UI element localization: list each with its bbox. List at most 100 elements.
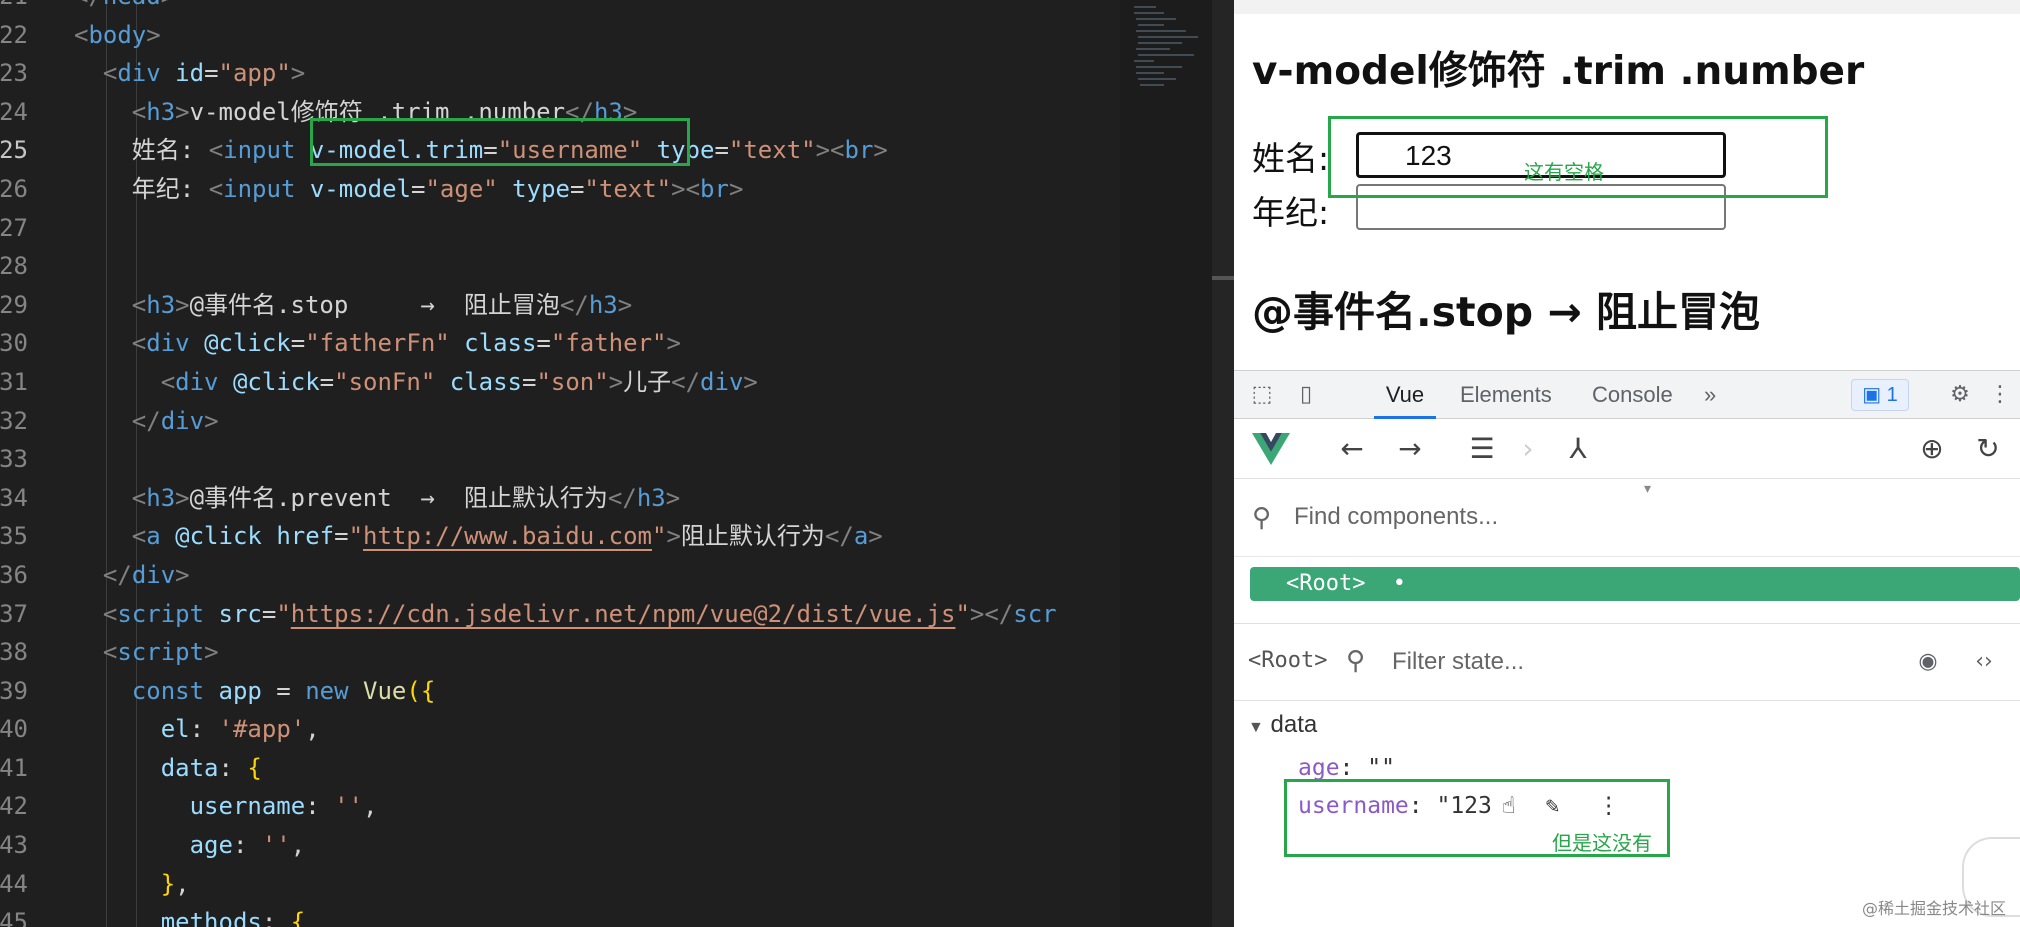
data-section-header[interactable]: ▼ data bbox=[1248, 711, 1317, 739]
code-line[interactable]: 45 methods: { bbox=[0, 903, 1120, 927]
line-number: 43 bbox=[0, 831, 28, 860]
code-token: username bbox=[189, 792, 306, 821]
code-line[interactable]: 34 <h3>@事件名.prevent → 阻止默认行为</h3> bbox=[0, 479, 1120, 518]
refresh-icon[interactable]: ↻ bbox=[1970, 431, 2006, 467]
code-line[interactable]: 33 bbox=[0, 440, 1120, 479]
tab-more[interactable]: » bbox=[1704, 371, 1716, 419]
scrollbar-thumb[interactable] bbox=[1212, 276, 1234, 280]
scroll-to-component-icon[interactable]: ◉ bbox=[1914, 648, 1942, 676]
chevron-right-icon: › bbox=[1522, 432, 1534, 465]
code-text: <div id="app"> bbox=[74, 54, 305, 93]
page-top-strip bbox=[1234, 0, 2020, 14]
code-line[interactable]: 32 </div> bbox=[0, 402, 1120, 441]
code-line[interactable]: 40 el: '#app', bbox=[0, 710, 1120, 749]
code-text: <script src="https://cdn.jsdelivr.net/np… bbox=[74, 595, 1057, 634]
editor-minimap[interactable] bbox=[1120, 0, 1212, 927]
code-line[interactable]: 28 bbox=[0, 247, 1120, 286]
code-line[interactable]: 29 <h3>@事件名.stop → 阻止冒泡</h3> bbox=[0, 286, 1120, 325]
code-token: < bbox=[131, 329, 147, 358]
browser-panel: v-model修饰符 .trim .number 姓名: 123 年纪: 这有空… bbox=[1234, 0, 2020, 927]
highlight-trim-box bbox=[310, 118, 690, 166]
code-token: h3 bbox=[636, 483, 666, 512]
timeline-icon[interactable]: ⅄ bbox=[1560, 431, 1596, 467]
code-token: </ bbox=[607, 483, 637, 512]
code-token: > bbox=[175, 483, 190, 512]
code-line[interactable]: 39 const app = new Vue({ bbox=[0, 672, 1120, 711]
forward-arrow-icon[interactable]: → bbox=[1392, 431, 1428, 467]
code-line[interactable]: 41 data: { bbox=[0, 749, 1120, 788]
code-token: </ bbox=[671, 367, 701, 396]
line-number: 38 bbox=[0, 638, 28, 667]
code-token: class bbox=[449, 367, 522, 396]
code-line[interactable]: 38 <script> bbox=[0, 633, 1120, 672]
code-line[interactable]: 21 </head> bbox=[0, 0, 1120, 16]
code-token: </ bbox=[102, 560, 132, 589]
component-tree-root[interactable]: <Root> • bbox=[1250, 567, 2020, 601]
code-line[interactable]: 31 <div @click="sonFn" class="son">儿子</d… bbox=[0, 363, 1120, 402]
code-line[interactable]: 27 bbox=[0, 209, 1120, 248]
code-line[interactable]: 42 username: '', bbox=[0, 787, 1120, 826]
code-line[interactable]: 22 <body> bbox=[0, 16, 1120, 55]
code-text: <h3>@事件名.prevent → 阻止默认行为</h3> bbox=[74, 479, 680, 518]
code-line[interactable]: 26 年纪: <input v-model="age" type="text">… bbox=[0, 170, 1120, 209]
line-number: 44 bbox=[0, 869, 28, 898]
expand-caret-icon[interactable]: ▼ bbox=[1248, 719, 1264, 736]
vue-toolbar: ← → ☰ › ⅄ ⊕ ↻ bbox=[1234, 419, 2020, 479]
issues-badge[interactable]: ▣ 1 bbox=[1851, 379, 1909, 411]
code-token: div bbox=[117, 59, 161, 88]
name-label: 姓名: bbox=[1252, 139, 1330, 178]
code-token: </ bbox=[74, 0, 103, 10]
code-token: input bbox=[223, 136, 296, 165]
code-token: @事件名.stop → 阻止冒泡 bbox=[189, 290, 560, 319]
filter-search-icon: ⚲ bbox=[1346, 646, 1366, 676]
collapse-caret-icon[interactable]: ▾ bbox=[1644, 481, 1651, 497]
code-line[interactable]: 44 }, bbox=[0, 865, 1120, 904]
code-token: </ bbox=[824, 522, 854, 551]
inspect-element-icon[interactable]: ⬚ bbox=[1248, 381, 1276, 409]
devtools-tab-bar: ⬚ ▯ Vue Elements Console » ▣ 1 ⚙ ⋮ bbox=[1234, 371, 2020, 419]
code-token: el bbox=[160, 715, 190, 744]
code-token: = bbox=[334, 522, 349, 551]
component-search[interactable]: ▾ ⚲ Find components... bbox=[1234, 479, 2020, 557]
code-editor[interactable]: 21</head>22<body>23 <div id="app">24 <h3… bbox=[0, 0, 1234, 927]
tab-vue[interactable]: Vue bbox=[1374, 371, 1436, 419]
filter-state-input[interactable]: Filter state... bbox=[1392, 648, 1524, 676]
code-line[interactable]: 23 <div id="app"> bbox=[0, 54, 1120, 93]
inspect-dom-icon[interactable]: ‹› bbox=[1970, 648, 1998, 676]
editor-scrollbar[interactable] bbox=[1212, 0, 1234, 927]
code-token: < bbox=[131, 290, 147, 319]
select-component-icon[interactable]: ⊕ bbox=[1914, 431, 1950, 467]
code-token: , bbox=[175, 869, 190, 898]
code-text: </head> bbox=[74, 0, 175, 16]
code-text: <div @click="fatherFn" class="father"> bbox=[74, 324, 681, 363]
more-options-icon[interactable]: ⋮ bbox=[1986, 381, 2014, 409]
code-text: <div @click="sonFn" class="son">儿子</div> bbox=[74, 363, 758, 402]
code-token: const bbox=[131, 676, 205, 705]
tab-console[interactable]: Console bbox=[1592, 371, 1673, 419]
code-line[interactable]: 35 <a @click href="http://www.baidu.com"… bbox=[0, 517, 1120, 556]
code-line[interactable]: 43 age: '', bbox=[0, 826, 1120, 865]
state-prop-age[interactable]: age: "" bbox=[1298, 755, 1395, 781]
find-components-input[interactable]: Find components... bbox=[1294, 503, 1498, 531]
code-token: '#app' bbox=[218, 715, 306, 744]
code-token: div bbox=[160, 406, 205, 435]
code-token: < bbox=[102, 59, 118, 88]
tab-elements[interactable]: Elements bbox=[1460, 371, 1552, 419]
code-token: div bbox=[146, 329, 190, 358]
settings-gear-icon[interactable]: ⚙ bbox=[1946, 381, 1974, 409]
code-line[interactable]: 37 <script src="https://cdn.jsdelivr.net… bbox=[0, 595, 1120, 634]
code-token: > bbox=[175, 97, 190, 126]
components-icon[interactable]: ☰ bbox=[1464, 431, 1500, 467]
back-arrow-icon[interactable]: ← bbox=[1334, 431, 1370, 467]
code-line[interactable]: 36 </div> bbox=[0, 556, 1120, 595]
code-line[interactable]: 30 <div @click="fatherFn" class="father"… bbox=[0, 324, 1120, 363]
code-token: ({ bbox=[406, 676, 436, 705]
device-toolbar-icon[interactable]: ▯ bbox=[1292, 381, 1320, 409]
